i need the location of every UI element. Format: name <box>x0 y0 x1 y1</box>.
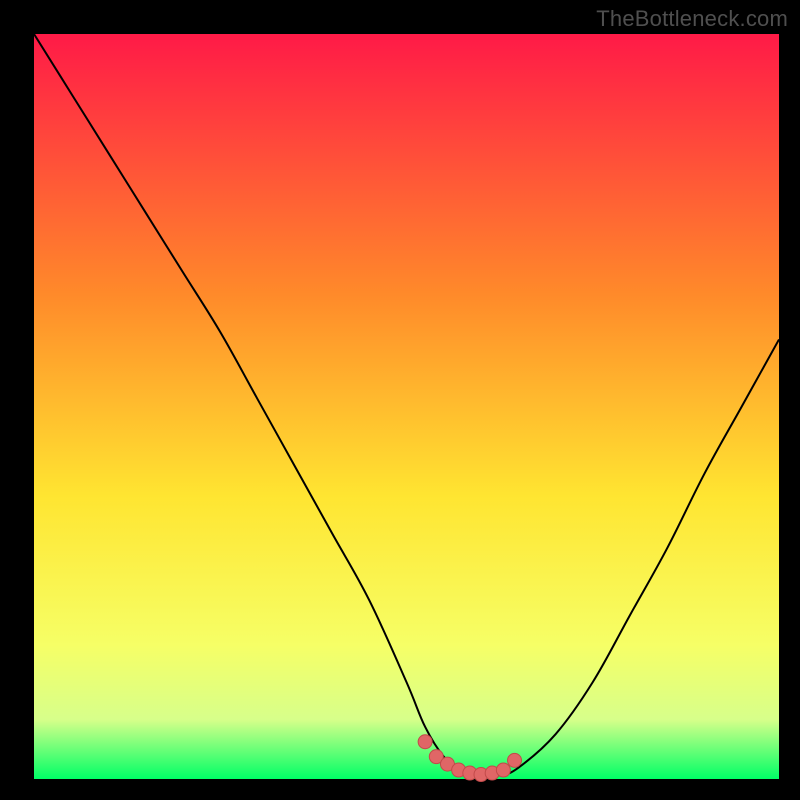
optimal-marker <box>418 735 432 749</box>
optimal-marker <box>508 753 522 767</box>
watermark-text: TheBottleneck.com <box>596 6 788 32</box>
gradient-background <box>34 34 779 779</box>
optimal-marker <box>496 763 510 777</box>
chart-stage: TheBottleneck.com <box>0 0 800 800</box>
bottleneck-plot <box>0 0 800 800</box>
